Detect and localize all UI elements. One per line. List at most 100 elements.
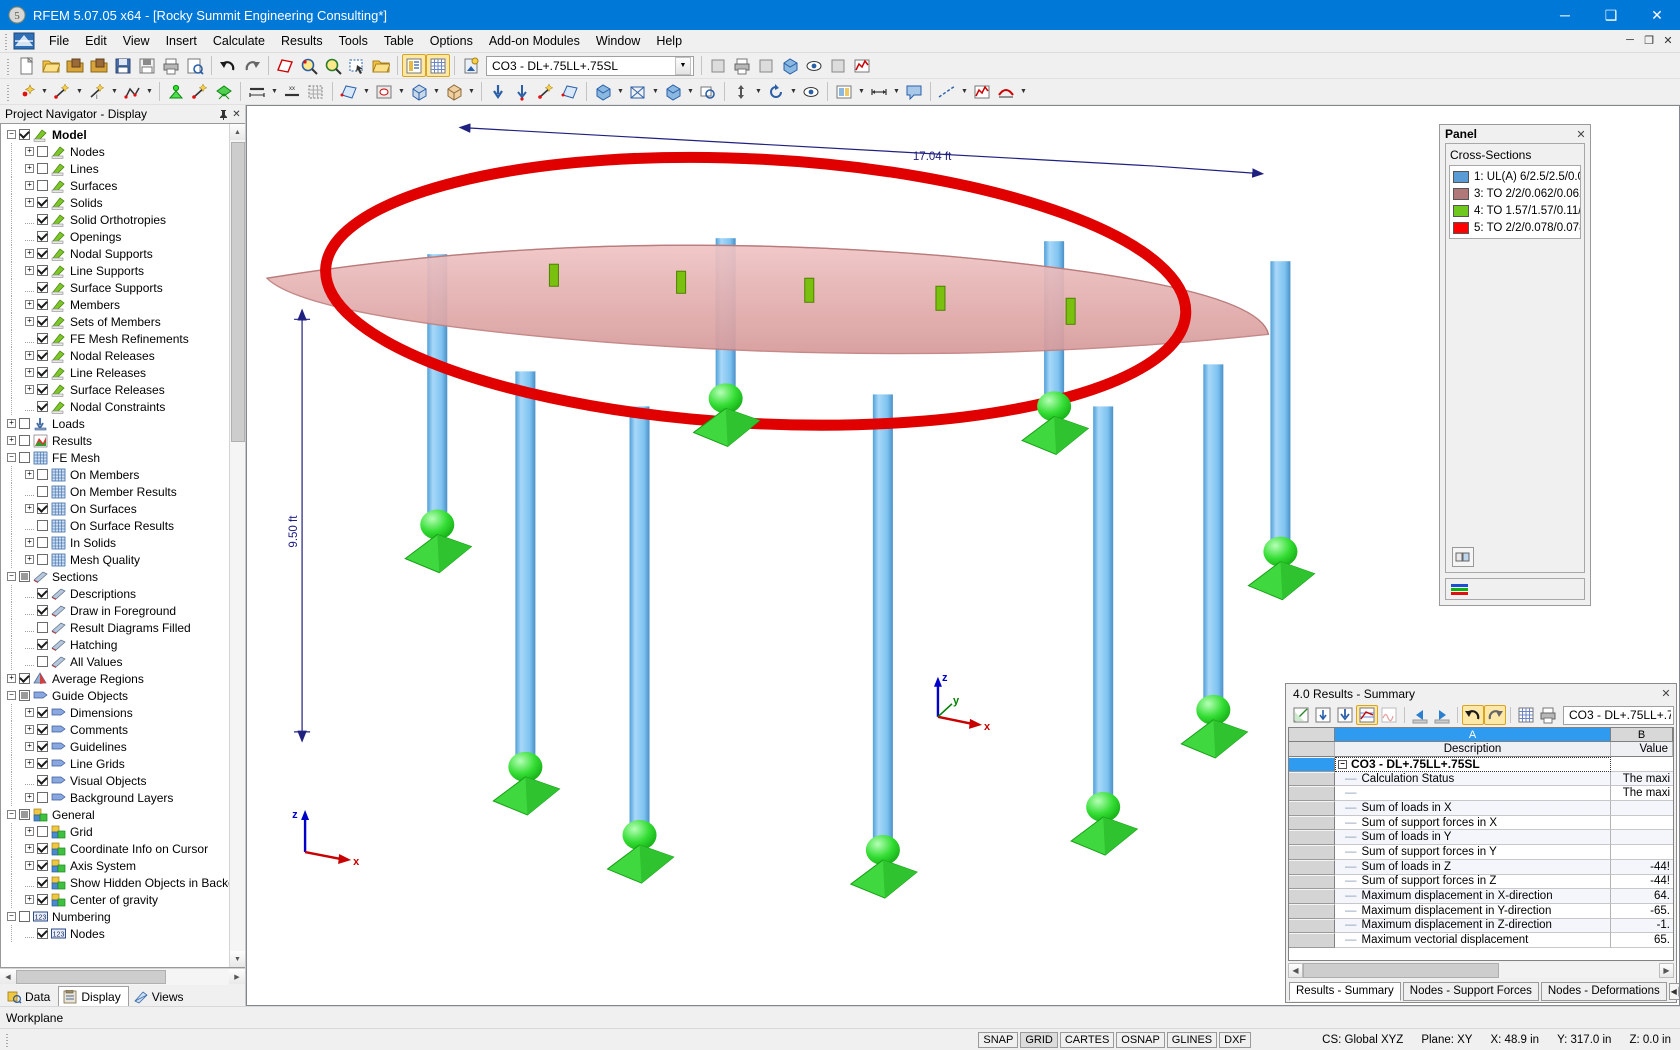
tree-item-numbering[interactable]: − 123 Numbering <box>1 908 229 925</box>
save-button[interactable] <box>111 54 135 77</box>
scroll-down-icon[interactable]: ▼ <box>229 951 245 967</box>
chevron-down-icon[interactable]: ▼ <box>74 80 85 103</box>
row-header-cell[interactable] <box>1289 859 1335 875</box>
new-surface-button[interactable] <box>337 80 361 103</box>
new-nodal-support-button[interactable] <box>164 80 188 103</box>
close-button[interactable]: ✕ <box>1634 0 1680 30</box>
menu-gripper[interactable] <box>3 32 11 50</box>
new-line-dim-button[interactable]: I <box>85 80 109 103</box>
results-tab-nodes-deformations[interactable]: Nodes - Deformations <box>1540 981 1667 1001</box>
model-viewport[interactable]: 17.04 ft 9.50 ft z x y z x Panel ✕ Cross… <box>246 105 1680 1006</box>
tree-checkbox[interactable] <box>37 639 48 650</box>
navigator-hscrollbar[interactable]: ◀ ▶ <box>0 968 245 985</box>
navigator-tab-display[interactable]: Display <box>58 986 129 1006</box>
new-line-load-button[interactable] <box>534 80 558 103</box>
view-zoom-button[interactable] <box>696 80 720 103</box>
tree-item-nodes[interactable]: + Nodes <box>1 143 229 160</box>
results-row[interactable]: — Sum of loads in X <box>1289 801 1673 816</box>
table-diagram-button[interactable] <box>1356 705 1378 725</box>
expand-icon[interactable]: + <box>25 181 34 190</box>
tree-item-fe-mesh-refinements[interactable]: FE Mesh Refinements <box>1 330 229 347</box>
results-row[interactable]: — Maximum displacement in Y-direction -65. <box>1289 903 1673 919</box>
close-icon[interactable]: ✕ <box>230 107 243 121</box>
chevron-down-icon[interactable]: ▼ <box>1018 80 1029 103</box>
tree-checkbox[interactable] <box>37 469 48 480</box>
tree-checkbox[interactable] <box>37 622 48 633</box>
expand-icon[interactable]: + <box>25 759 34 768</box>
new-file-button[interactable] <box>15 54 39 77</box>
import-model-button[interactable] <box>87 54 111 77</box>
edit-surface-button[interactable] <box>273 54 297 77</box>
tree-item-surface-supports[interactable]: Surface Supports <box>1 279 229 296</box>
chevron-down-icon[interactable]: ▼ <box>891 80 902 103</box>
collapse-icon[interactable]: − <box>7 130 16 139</box>
expand-icon[interactable]: + <box>25 708 34 717</box>
results-navigator-button[interactable] <box>706 54 730 77</box>
chevron-down-icon[interactable]: ▼ <box>431 80 442 103</box>
tree-checkbox[interactable] <box>19 129 30 140</box>
expand-icon[interactable]: + <box>25 555 34 564</box>
display-settings-button[interactable] <box>832 80 856 103</box>
value-cell[interactable]: The maxi <box>1611 771 1673 787</box>
results-row[interactable]: — Sum of support forces in Z -44! <box>1289 874 1673 890</box>
chevron-down-icon[interactable]: ▼ <box>650 80 661 103</box>
expand-icon[interactable]: + <box>25 351 34 360</box>
chevron-down-icon[interactable]: ▼ <box>753 80 764 103</box>
tree-checkbox[interactable] <box>37 554 48 565</box>
menu-edit[interactable]: Edit <box>77 31 115 51</box>
results-hscroll-thumb[interactable] <box>1303 963 1499 978</box>
expand-icon[interactable]: + <box>7 436 16 445</box>
description-cell[interactable]: — Maximum vectorial displacement <box>1335 933 1611 948</box>
tree-item-draw-in-foreground[interactable]: Draw in Foreground <box>1 602 229 619</box>
tree-checkbox[interactable] <box>37 146 48 157</box>
navigator-tab-views[interactable]: Views <box>129 986 192 1006</box>
results-diagram-button[interactable] <box>970 80 994 103</box>
menu-tools[interactable]: Tools <box>331 31 376 51</box>
results-hscroll-right-icon[interactable]: ▶ <box>1659 963 1674 978</box>
minimize-button[interactable]: ─ <box>1542 0 1588 30</box>
collapse-icon[interactable]: − <box>7 691 16 700</box>
status-toggle-snap[interactable]: SNAP <box>978 1031 1019 1048</box>
cross-section-row[interactable]: 1: UL(A) 6/2.5/2.5/0.04 <box>1450 168 1580 185</box>
table-graph-button[interactable] <box>1378 705 1400 725</box>
tree-item-nodal-supports[interactable]: + Nodal Supports <box>1 245 229 262</box>
print-preview-button[interactable] <box>183 54 207 77</box>
tree-checkbox[interactable] <box>37 486 48 497</box>
results-row[interactable]: — The maxi <box>1289 786 1673 802</box>
menu-options[interactable]: Options <box>422 31 481 51</box>
status-toggle-dxf[interactable]: DXF <box>1219 1031 1252 1048</box>
results-row[interactable]: — Maximum vectorial displacement 65. <box>1289 933 1673 948</box>
menu-file[interactable]: File <box>41 31 77 51</box>
chevron-down-icon[interactable]: ▼ <box>396 80 407 103</box>
tree-item-show-hidden-objects-in-backg[interactable]: Show Hidden Objects in Backg <box>1 874 229 891</box>
tree-item-loads[interactable]: + Loads <box>1 415 229 432</box>
rotate-view-button[interactable] <box>764 80 788 103</box>
tree-item-result-diagrams-filled[interactable]: Result Diagrams Filled <box>1 619 229 636</box>
cross-section-row[interactable]: 4: TO 1.57/1.57/0.11/0. <box>1450 202 1580 219</box>
calculate-button[interactable] <box>459 54 483 77</box>
description-cell[interactable]: — Maximum displacement in Y-direction <box>1335 903 1611 919</box>
tree-checkbox[interactable] <box>37 928 48 939</box>
tree-checkbox[interactable] <box>37 503 48 514</box>
tree-item-grid[interactable]: + Grid <box>1 823 229 840</box>
chevron-down-icon[interactable]: ▼ <box>856 80 867 103</box>
tree-checkbox[interactable] <box>37 180 48 191</box>
table-insert-button[interactable] <box>1312 705 1334 725</box>
tree-checkbox[interactable] <box>19 911 30 922</box>
results-row[interactable]: — Sum of support forces in Y <box>1289 845 1673 860</box>
tree-item-sections[interactable]: − Sections <box>1 568 229 585</box>
tree-item-nodal-constraints[interactable]: Nodal Constraints <box>1 398 229 415</box>
chevron-down-icon[interactable]: ▼ <box>959 80 970 103</box>
results-hscroll-left-icon[interactable]: ◀ <box>1288 963 1303 978</box>
tree-item-members[interactable]: + Members <box>1 296 229 313</box>
results-rows[interactable]: − CO3 - DL+.75LL+.75SL — Calculation Status… <box>1289 757 1673 948</box>
tree-item-nodes[interactable]: 123 Nodes <box>1 925 229 942</box>
row-header-cell[interactable] <box>1289 918 1335 934</box>
undo-button[interactable] <box>216 54 240 77</box>
status-toggle-osnap[interactable]: OSNAP <box>1116 1031 1165 1048</box>
tree-checkbox[interactable] <box>37 894 48 905</box>
visibility-button[interactable] <box>802 54 826 77</box>
close-icon[interactable]: ✕ <box>1659 687 1673 700</box>
mdi-close-button[interactable]: ✕ <box>1660 32 1676 48</box>
menu-table[interactable]: Table <box>376 31 422 51</box>
